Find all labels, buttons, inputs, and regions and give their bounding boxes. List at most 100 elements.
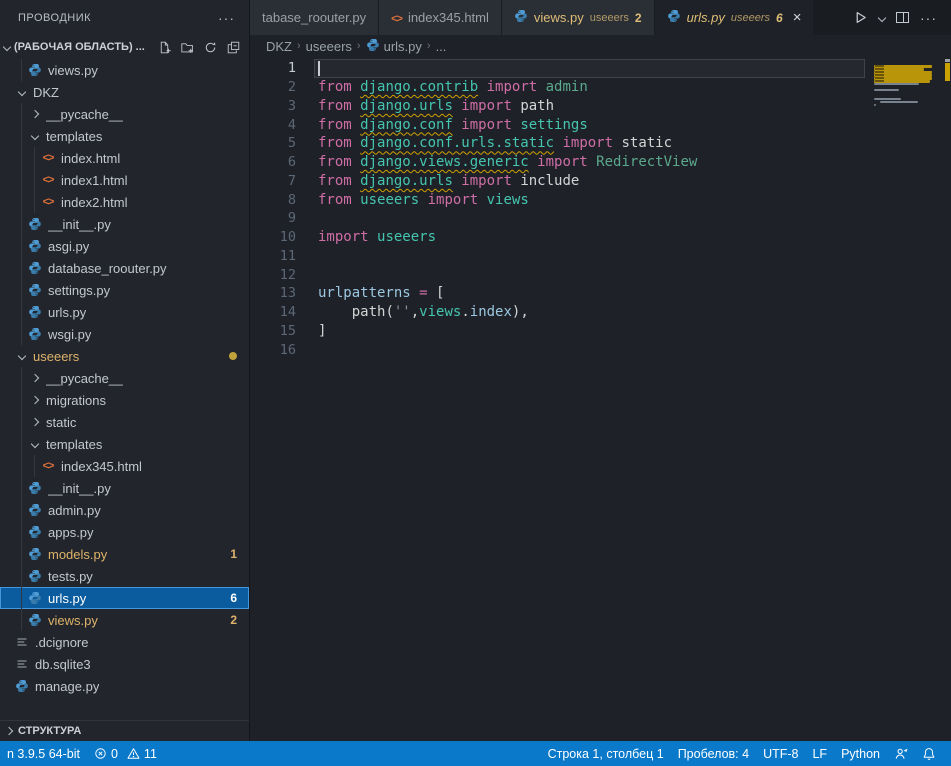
tree-item-__init__.py[interactable]: __init__.py xyxy=(0,477,249,499)
code-line[interactable]: 7from django.urls import include xyxy=(250,172,951,191)
tree-item-DKZ[interactable]: DKZ xyxy=(0,81,249,103)
tree-item-urls.py[interactable]: urls.py6 xyxy=(0,587,249,609)
code-token: ), xyxy=(512,304,529,320)
tree-item-database_roouter.py[interactable]: database_roouter.py xyxy=(0,257,249,279)
tree-item-manage.py[interactable]: manage.py xyxy=(0,675,249,697)
code-token: . xyxy=(461,304,469,320)
status-eol[interactable]: LF xyxy=(805,741,834,766)
refresh-icon[interactable] xyxy=(202,39,218,55)
split-editor-icon[interactable] xyxy=(896,12,909,23)
code-line[interactable]: 1 xyxy=(250,59,951,78)
more-actions-icon[interactable]: ··· xyxy=(920,10,937,26)
line-number: 7 xyxy=(250,173,296,189)
tab-bar: tabase_roouter.py<>index345.htmlviews.py… xyxy=(250,0,951,35)
breadcrumb-item-...[interactable]: ... xyxy=(436,39,447,54)
breadcrumb-label: ... xyxy=(436,39,447,54)
tab-label: index345.html xyxy=(408,10,489,25)
tab-tabase_roouter.py[interactable]: tabase_roouter.py xyxy=(250,0,379,35)
tree-item-templates[interactable]: templates xyxy=(0,125,249,147)
code-text: from django.urls import path xyxy=(296,98,554,114)
tree-item-wsgi.py[interactable]: wsgi.py xyxy=(0,323,249,345)
tree-item-index1.html[interactable]: <>index1.html xyxy=(0,169,249,191)
chevron-right-icon xyxy=(27,111,43,117)
breadcrumb-item-DKZ[interactable]: DKZ xyxy=(266,39,292,54)
tree-item-models.py[interactable]: models.py1 xyxy=(0,543,249,565)
code-line[interactable]: 5from django.conf.urls.static import sta… xyxy=(250,134,951,153)
tree-item-apps.py[interactable]: apps.py xyxy=(0,521,249,543)
tab-label: urls.py xyxy=(687,10,725,25)
indent-guide xyxy=(34,455,35,477)
tree-item-.dcignore[interactable]: .dcignore xyxy=(0,631,249,653)
code-line[interactable]: 13urlpatterns = [ xyxy=(250,284,951,303)
code-line[interactable]: 15] xyxy=(250,322,951,341)
run-dropdown-icon[interactable] xyxy=(879,15,885,21)
new-file-icon[interactable] xyxy=(156,39,172,55)
breadcrumb-item-urls.py[interactable]: urls.py xyxy=(366,38,422,55)
status-cursor-position[interactable]: Строка 1, столбец 1 xyxy=(541,741,671,766)
tree-item-static[interactable]: static xyxy=(0,411,249,433)
tree-item-views.py[interactable]: views.py2 xyxy=(0,609,249,631)
tree-item-__pycache__[interactable]: __pycache__ xyxy=(0,367,249,389)
outline-section-header[interactable]: СТРУКТУРА xyxy=(0,720,249,741)
code-token: from xyxy=(318,154,360,170)
status-indentation[interactable]: Пробелов: 4 xyxy=(671,741,756,766)
python-icon xyxy=(27,305,43,319)
chevron-down-icon xyxy=(14,353,30,359)
tree-item-index.html[interactable]: <>index.html xyxy=(0,147,249,169)
more-actions-icon[interactable]: ··· xyxy=(218,10,235,26)
tree-item-admin.py[interactable]: admin.py xyxy=(0,499,249,521)
code-token: admin xyxy=(546,79,588,95)
code-line[interactable]: 6from django.views.generic import Redire… xyxy=(250,153,951,172)
minimap-line xyxy=(874,104,876,106)
run-button[interactable] xyxy=(853,10,868,25)
tab-index345.html[interactable]: <>index345.html xyxy=(379,0,502,35)
breadcrumb-item-useeers[interactable]: useeers xyxy=(306,39,352,54)
code-lines: 12from django.contrib import admin3from … xyxy=(250,59,951,359)
code-token: path xyxy=(520,98,554,114)
problems-item[interactable]: 0 11 xyxy=(87,741,164,766)
bell-icon[interactable] xyxy=(915,741,943,766)
code-line[interactable]: 12 xyxy=(250,265,951,284)
tree-item-useeers[interactable]: useeers xyxy=(0,345,249,367)
code-line[interactable]: 14 path('',views.index), xyxy=(250,303,951,322)
feedback-icon[interactable] xyxy=(887,741,915,766)
tree-item-asgi.py[interactable]: asgi.py xyxy=(0,235,249,257)
tree-item-index2.html[interactable]: <>index2.html xyxy=(0,191,249,213)
tab-views.py[interactable]: views.pyuseeers2 xyxy=(502,0,655,35)
tree-item-tests.py[interactable]: tests.py xyxy=(0,565,249,587)
tree-item-templates[interactable]: templates xyxy=(0,433,249,455)
tree-item-label: __pycache__ xyxy=(46,107,123,122)
collapse-all-icon[interactable] xyxy=(225,39,241,55)
code-token: django.contrib xyxy=(360,79,478,95)
tree-item-__init__.py[interactable]: __init__.py xyxy=(0,213,249,235)
tree-item-index345.html[interactable]: <>index345.html xyxy=(0,455,249,477)
code-line[interactable]: 9 xyxy=(250,209,951,228)
close-icon[interactable]: × xyxy=(793,9,802,26)
code-line[interactable]: 2from django.contrib import admin xyxy=(250,78,951,97)
code-line[interactable]: 4from django.conf import settings xyxy=(250,115,951,134)
tab-urls.py[interactable]: urls.pyuseeers6× xyxy=(655,0,815,35)
code-line[interactable]: 10import useeers xyxy=(250,228,951,247)
code-line[interactable]: 8from useeers import views xyxy=(250,190,951,209)
workspace-section-header[interactable]: (РАБОЧАЯ ОБЛАСТЬ) ... xyxy=(0,35,249,59)
tree-item-__pycache__[interactable]: __pycache__ xyxy=(0,103,249,125)
tree-item-db.sqlite3[interactable]: db.sqlite3 xyxy=(0,653,249,675)
code-editor[interactable]: 12from django.contrib import admin3from … xyxy=(250,57,951,741)
python-version-item[interactable]: n 3.9.5 64-bit xyxy=(0,741,87,766)
code-line[interactable]: 11 xyxy=(250,247,951,266)
vscode-window: ПРОВОДНИК ··· (РАБОЧАЯ ОБЛАСТЬ) ... xyxy=(0,0,951,766)
indent-guide xyxy=(21,213,22,235)
tree-item-migrations[interactable]: migrations xyxy=(0,389,249,411)
tree-item-label: useeers xyxy=(33,349,79,364)
tree-item-views.py[interactable]: views.py xyxy=(0,59,249,81)
code-line[interactable]: 3from django.urls import path xyxy=(250,97,951,116)
indent-guide xyxy=(21,367,22,389)
new-folder-icon[interactable] xyxy=(179,39,195,55)
code-line[interactable]: 16 xyxy=(250,340,951,359)
indent-guide xyxy=(21,433,22,455)
tree-item-urls.py[interactable]: urls.py xyxy=(0,301,249,323)
status-encoding[interactable]: UTF-8 xyxy=(756,741,805,766)
python-icon xyxy=(27,283,43,297)
status-language-mode[interactable]: Python xyxy=(834,741,887,766)
tree-item-settings.py[interactable]: settings.py xyxy=(0,279,249,301)
